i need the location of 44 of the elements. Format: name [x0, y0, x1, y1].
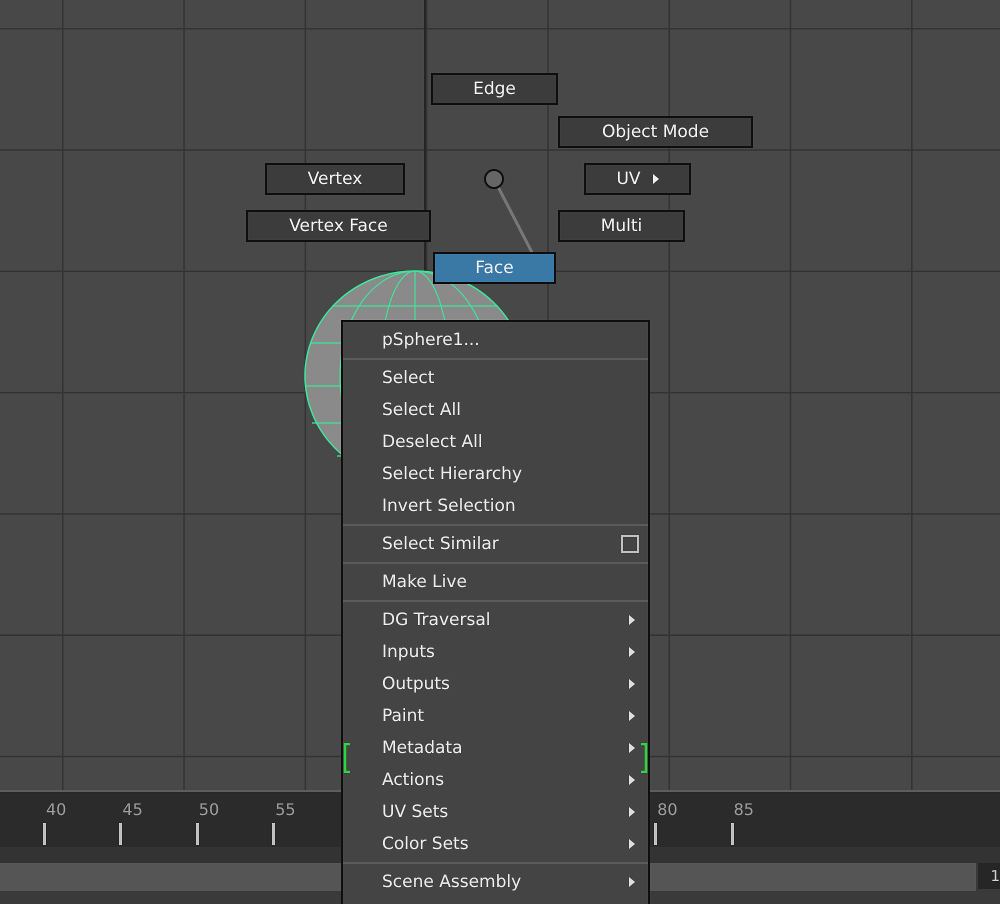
menu-item[interactable]: Select Hierarchy	[352, 458, 640, 490]
menu-item[interactable]: Select	[352, 362, 640, 394]
submenu-arrow-icon	[652, 174, 659, 184]
submenu-arrow-icon	[629, 647, 635, 657]
marking-menu-item[interactable]: Multi	[558, 210, 685, 242]
marking-menu-item[interactable]: Vertex Face	[246, 210, 431, 242]
frame-number: 80	[657, 800, 678, 819]
menu-item[interactable]: Deselect All	[352, 426, 640, 458]
submenu-arrow-icon	[629, 711, 635, 721]
submenu-arrow-icon	[629, 807, 635, 817]
menu-item[interactable]: Outputs	[352, 668, 640, 700]
menu-item[interactable]: Paint	[352, 700, 640, 732]
marking-menu-item[interactable]: Object Mode	[558, 116, 753, 148]
submenu-arrow-icon	[629, 839, 635, 849]
menu-title[interactable]: pSphere1...	[352, 324, 640, 356]
submenu-arrow-icon	[629, 743, 635, 753]
frame-number: 40	[46, 800, 66, 819]
menu-item[interactable]: Make Live	[352, 566, 640, 598]
menu-item[interactable]: Metadata	[352, 732, 640, 764]
menu-item[interactable]: UV Sets	[352, 796, 640, 828]
option-box-icon[interactable]	[621, 535, 639, 553]
marking-menu-item[interactable]: Face	[433, 252, 556, 284]
marking-menu-item[interactable]: Edge	[431, 73, 558, 105]
bracket-icon	[640, 743, 648, 773]
bracket-icon	[343, 743, 351, 773]
menu-item[interactable]: DG Traversal	[352, 604, 640, 636]
menu-item[interactable]: Select Similar	[352, 528, 640, 560]
submenu-arrow-icon	[629, 877, 635, 887]
menu-item[interactable]: Scene Assembly	[352, 866, 640, 898]
submenu-arrow-icon	[629, 679, 635, 689]
menu-item[interactable]: Actions	[352, 764, 640, 796]
frame-field[interactable]: 1	[978, 863, 1000, 889]
marking-menu-item[interactable]: UV	[584, 163, 691, 195]
frame-number: 50	[198, 800, 220, 819]
menu-item[interactable]: Select All	[352, 394, 640, 426]
submenu-arrow-icon	[629, 615, 635, 625]
submenu-arrow-icon	[629, 775, 635, 785]
menu-item[interactable]: Inputs	[352, 636, 640, 668]
marking-menu-item[interactable]: Vertex	[265, 163, 405, 195]
frame-number: 45	[122, 800, 143, 819]
frame-number: 85	[734, 800, 754, 819]
frame-number: 55	[275, 800, 296, 819]
menu-item[interactable]: Color Sets	[352, 828, 640, 860]
menu-item[interactable]: Invert Selection	[352, 490, 640, 522]
